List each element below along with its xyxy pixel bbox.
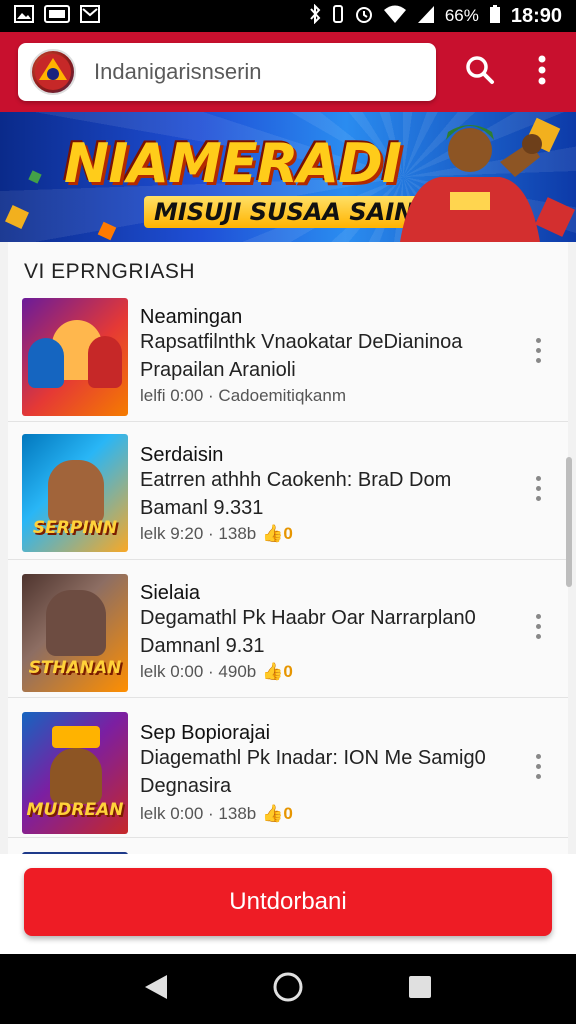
list-item[interactable] (8, 840, 568, 854)
bluetooth-icon (309, 3, 321, 29)
battery-text: 66% (444, 6, 479, 25)
item-meta-text: lelk 9:20 · 138b (140, 524, 257, 543)
item-meta-text: lelfi 0:00 · Cadoemitiqkanm (140, 386, 346, 405)
alarm-icon (355, 4, 373, 29)
item-title: Serdaisin (140, 444, 224, 466)
thumb-label: SERPINN (32, 518, 118, 538)
battery-icon (489, 4, 501, 29)
item-more-button[interactable] (528, 606, 548, 646)
thumb-figure (46, 590, 106, 656)
banner-title: NIAMERADI (64, 132, 402, 195)
kebab-dot (535, 633, 541, 639)
like-badge: 👍0 (262, 804, 293, 823)
nav-home-button[interactable] (268, 969, 308, 1009)
wifi-icon (383, 4, 407, 29)
list-item[interactable]: STHANAN Sielaia Degamathl Pk Haabr Oar N… (8, 560, 568, 698)
primary-action-button[interactable]: Untdorbani (24, 868, 552, 936)
kebab-dot (535, 753, 541, 759)
item-desc-line1: Eatrren athhh Caokenh: BraD Dom (140, 469, 452, 491)
app-logo-icon[interactable] (30, 49, 76, 95)
signal-icon (417, 4, 435, 29)
item-desc-line1: Diagemathl Pk Inadar: ION Me Samig0 (140, 747, 486, 769)
bottom-action-area: Untdorbani (0, 854, 576, 954)
search-button[interactable] (458, 50, 502, 94)
mail-icon (80, 4, 100, 28)
search-input[interactable] (94, 59, 414, 85)
home-icon (272, 971, 304, 1008)
item-more-button[interactable] (528, 468, 548, 508)
item-meta: lelk 0:00 · 138b 👍0 (140, 804, 293, 824)
scrollbar[interactable] (566, 457, 572, 587)
kebab-dot (535, 485, 541, 491)
list-item[interactable]: Neamingan Rapsatfilnthk Vnaokatar DeDian… (8, 284, 568, 422)
item-desc-line1: Rapsatfilnthk Vnaokatar DeDianinoa (140, 331, 463, 353)
kebab-dot (535, 613, 541, 619)
section-title: VI EPRNGRIASH (24, 260, 196, 283)
promo-banner[interactable]: NIAMERADI MISUJI SUSAA SAIN (0, 112, 576, 242)
item-meta-text: lelk 0:00 · 138b (140, 804, 257, 823)
item-meta-text: lelk 0:00 · 490b (140, 662, 257, 681)
thumb-label: STHANAN (28, 658, 122, 678)
vibrate-icon (331, 4, 345, 29)
thumb-figure (88, 336, 122, 388)
kebab-dot (535, 623, 541, 629)
image-icon (14, 4, 34, 28)
status-left (14, 4, 100, 28)
item-thumbnail: STHANAN (22, 574, 128, 692)
item-more-button[interactable] (528, 746, 548, 786)
item-meta: lelfi 0:00 · Cadoemitiqkanm (140, 386, 346, 406)
sim-icon (44, 4, 70, 28)
banner-hero-figure (400, 125, 542, 242)
kebab-dot (535, 337, 541, 343)
list-card: VI EPRNGRIASH Neamingan Rapsatfilnthk Vn… (8, 242, 568, 854)
list-item[interactable]: SERPINN Serdaisin Eatrren athhh Caokenh:… (8, 422, 568, 560)
kebab-dot (535, 495, 541, 501)
thumb-figure (48, 460, 104, 524)
item-more-button[interactable] (528, 330, 548, 370)
app-bar (0, 32, 576, 112)
item-title: Sielaia (140, 582, 201, 604)
thumb-figure (50, 748, 102, 804)
status-time: 18:90 (510, 4, 562, 27)
thumb-label: MUDREAN (26, 800, 124, 820)
status-right: 66% 18:90 (309, 3, 562, 29)
kebab-dot (535, 475, 541, 481)
item-desc-line1: Degamathl Pk Haabr Oar Narrarplan0 (140, 607, 476, 629)
item-title: Neamingan (140, 306, 243, 328)
item-title: Sep Bopiorajai (140, 722, 271, 744)
search-box[interactable] (18, 43, 436, 101)
nav-back-button[interactable] (136, 969, 176, 1009)
more-vert-icon (537, 55, 547, 90)
item-desc-line2: Degnasira (140, 775, 232, 797)
kebab-dot (535, 357, 541, 363)
more-options-button[interactable] (520, 50, 564, 94)
kebab-dot (535, 763, 541, 769)
list-panel: VI EPRNGRIASH Neamingan Rapsatfilnthk Vn… (0, 242, 576, 854)
search-icon (465, 55, 495, 90)
item-meta: lelk 9:20 · 138b 👍0 (140, 524, 293, 544)
kebab-dot (535, 773, 541, 779)
item-desc-line2: Bamanl 9.331 (140, 497, 264, 519)
back-icon (143, 973, 169, 1006)
like-badge: 👍0 (262, 662, 293, 681)
item-thumbnail: SERPINN (22, 434, 128, 552)
recents-icon (407, 974, 433, 1005)
thumb-figure (28, 338, 64, 388)
status-bar: 66% 18:90 (0, 0, 576, 32)
like-badge: 👍0 (262, 524, 293, 543)
item-thumbnail: MUDREAN (22, 712, 128, 834)
item-desc-line2: Prapailan Aranioli (140, 359, 296, 381)
thumb-figure (52, 726, 100, 748)
item-meta: lelk 0:00 · 490b 👍0 (140, 662, 293, 682)
list-item[interactable]: MUDREAN Sep Bopiorajai Diagemathl Pk Ina… (8, 700, 568, 838)
item-thumbnail (22, 298, 128, 416)
nav-recents-button[interactable] (400, 969, 440, 1009)
system-nav-bar (0, 954, 576, 1024)
kebab-dot (535, 347, 541, 353)
item-desc-line2: Damnanl 9.31 (140, 635, 265, 657)
